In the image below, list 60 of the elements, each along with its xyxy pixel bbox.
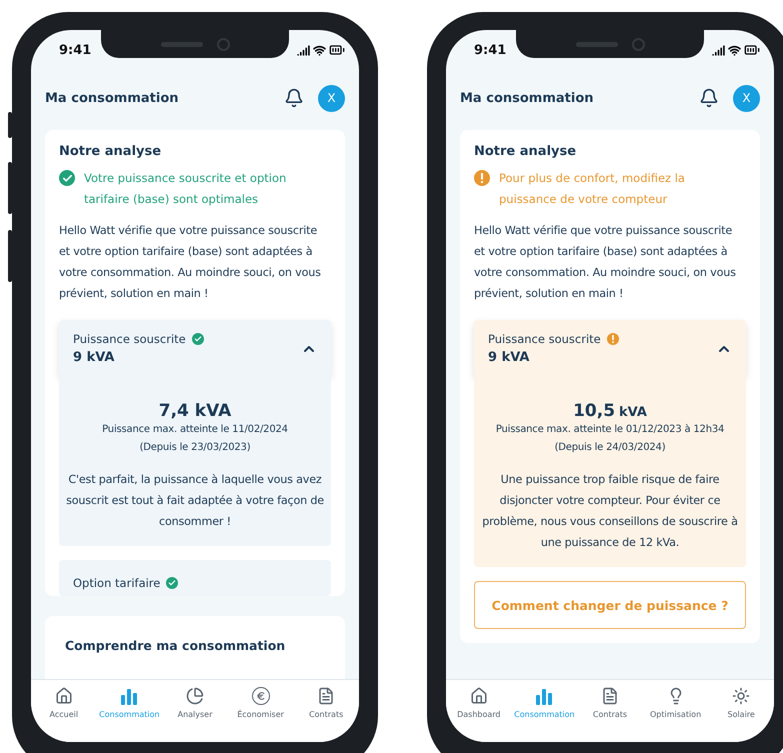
max-power-date: Puissance max. atteinte le 11/02/2024 [102,423,288,437]
warning-icon [474,170,490,186]
analysis-headline: Pour plus de confort, modifiez la puissance de votre compteur [499,170,686,208]
sun-icon [732,687,750,705]
max-power-value: 10,5 [573,401,616,421]
page-title: Ma consommation [460,90,595,106]
nav-tab[interactable]: Économiser [228,680,294,742]
since-date: (Depuis le 24/03/2024) [554,441,666,455]
accordion-value: 9 kVA [73,350,116,365]
card-title: Notre analyse [474,144,578,159]
analysis-text: Hello Watt vérifie que votre puissance souscrite et votre option tarifaire (base) sont adaptées à votre consommation. Au moindre souci, on vous prévient, solution en main ! [474,223,737,302]
accordion-value: 9 kVA [488,350,530,365]
speaker-grille [576,42,618,46]
status-time: 9:41 [59,42,92,58]
home-icon [470,687,488,705]
speaker-grille [160,42,202,46]
euro-icon [252,687,270,705]
signal-icon [297,44,310,56]
max-power-unit: kVA [619,405,647,420]
camera-lens [632,38,644,50]
pie-chart-icon [186,687,204,705]
accordion-header[interactable]: Puissance souscrite 9 kVA [59,320,331,377]
check-circle-icon [166,577,178,589]
nav-tab[interactable]: Contrats [293,680,359,742]
bar-chart-icon [120,687,138,705]
check-circle-icon [192,333,204,345]
card-title: Notre analyse [59,144,162,159]
warning-icon [606,333,619,345]
notification-bell-icon[interactable] [699,88,719,108]
document-icon [317,687,336,705]
nav-tab[interactable]: Optimisation [642,680,708,742]
camera-lens [216,38,230,50]
signal-icon [712,44,725,56]
status-time: 9:41 [474,42,506,58]
accordion-label: Option tarifaire [73,576,160,590]
accordion-header[interactable]: Option tarifaire [59,560,331,596]
max-power-date: Puissance max. atteinte le 01/12/2023 à 12h34 [496,423,724,437]
since-date: (Depuis le 23/03/2023) [140,441,250,455]
document-icon [600,687,619,705]
analysis-text: Hello Watt vérifie que votre puissance souscrite et votre option tarifaire (base) sont adaptées à votre consommation. Au moindre souci, on vous prévient, solution en main ! [59,223,322,302]
nav-tab[interactable]: Contrats [577,680,643,742]
power-message: Une puissance trop faible risque de faire disjoncter votre compteur. Pour éviter ce problème, nous vous conseillons de souscrire à une puissance de 12 kVa. [481,472,739,551]
bar-chart-icon [535,687,554,705]
accordion-header[interactable]: Puissance souscrite 9 kVA [474,320,746,377]
wifi-icon [728,44,741,56]
nav-tab[interactable]: Solaire [708,680,774,742]
max-power-value: 7,4 kVA [158,401,232,421]
home-icon [54,687,73,705]
card-title: Comprendre ma consommation [64,637,286,655]
wifi-icon [313,44,326,56]
accordion-label: Puissance souscrite [488,332,601,346]
check-circle-icon [59,170,75,186]
nav-tab[interactable]: Accueil [31,680,97,742]
power-message: C'est parfait, la puissance à laquelle vous avez souscrit est tout à fait adaptée à votre façon de consommer ! [65,472,325,530]
nav-tab[interactable]: Dashboard [446,680,512,742]
page-title: Ma consommation [45,90,180,106]
accordion-label: Puissance souscrite [73,332,186,346]
notification-bell-icon[interactable] [284,88,304,108]
nav-tab[interactable]: Analyser [162,680,228,742]
analysis-headline: Votre puissance souscrite et option tarifaire (base) sont optimales [84,170,288,208]
